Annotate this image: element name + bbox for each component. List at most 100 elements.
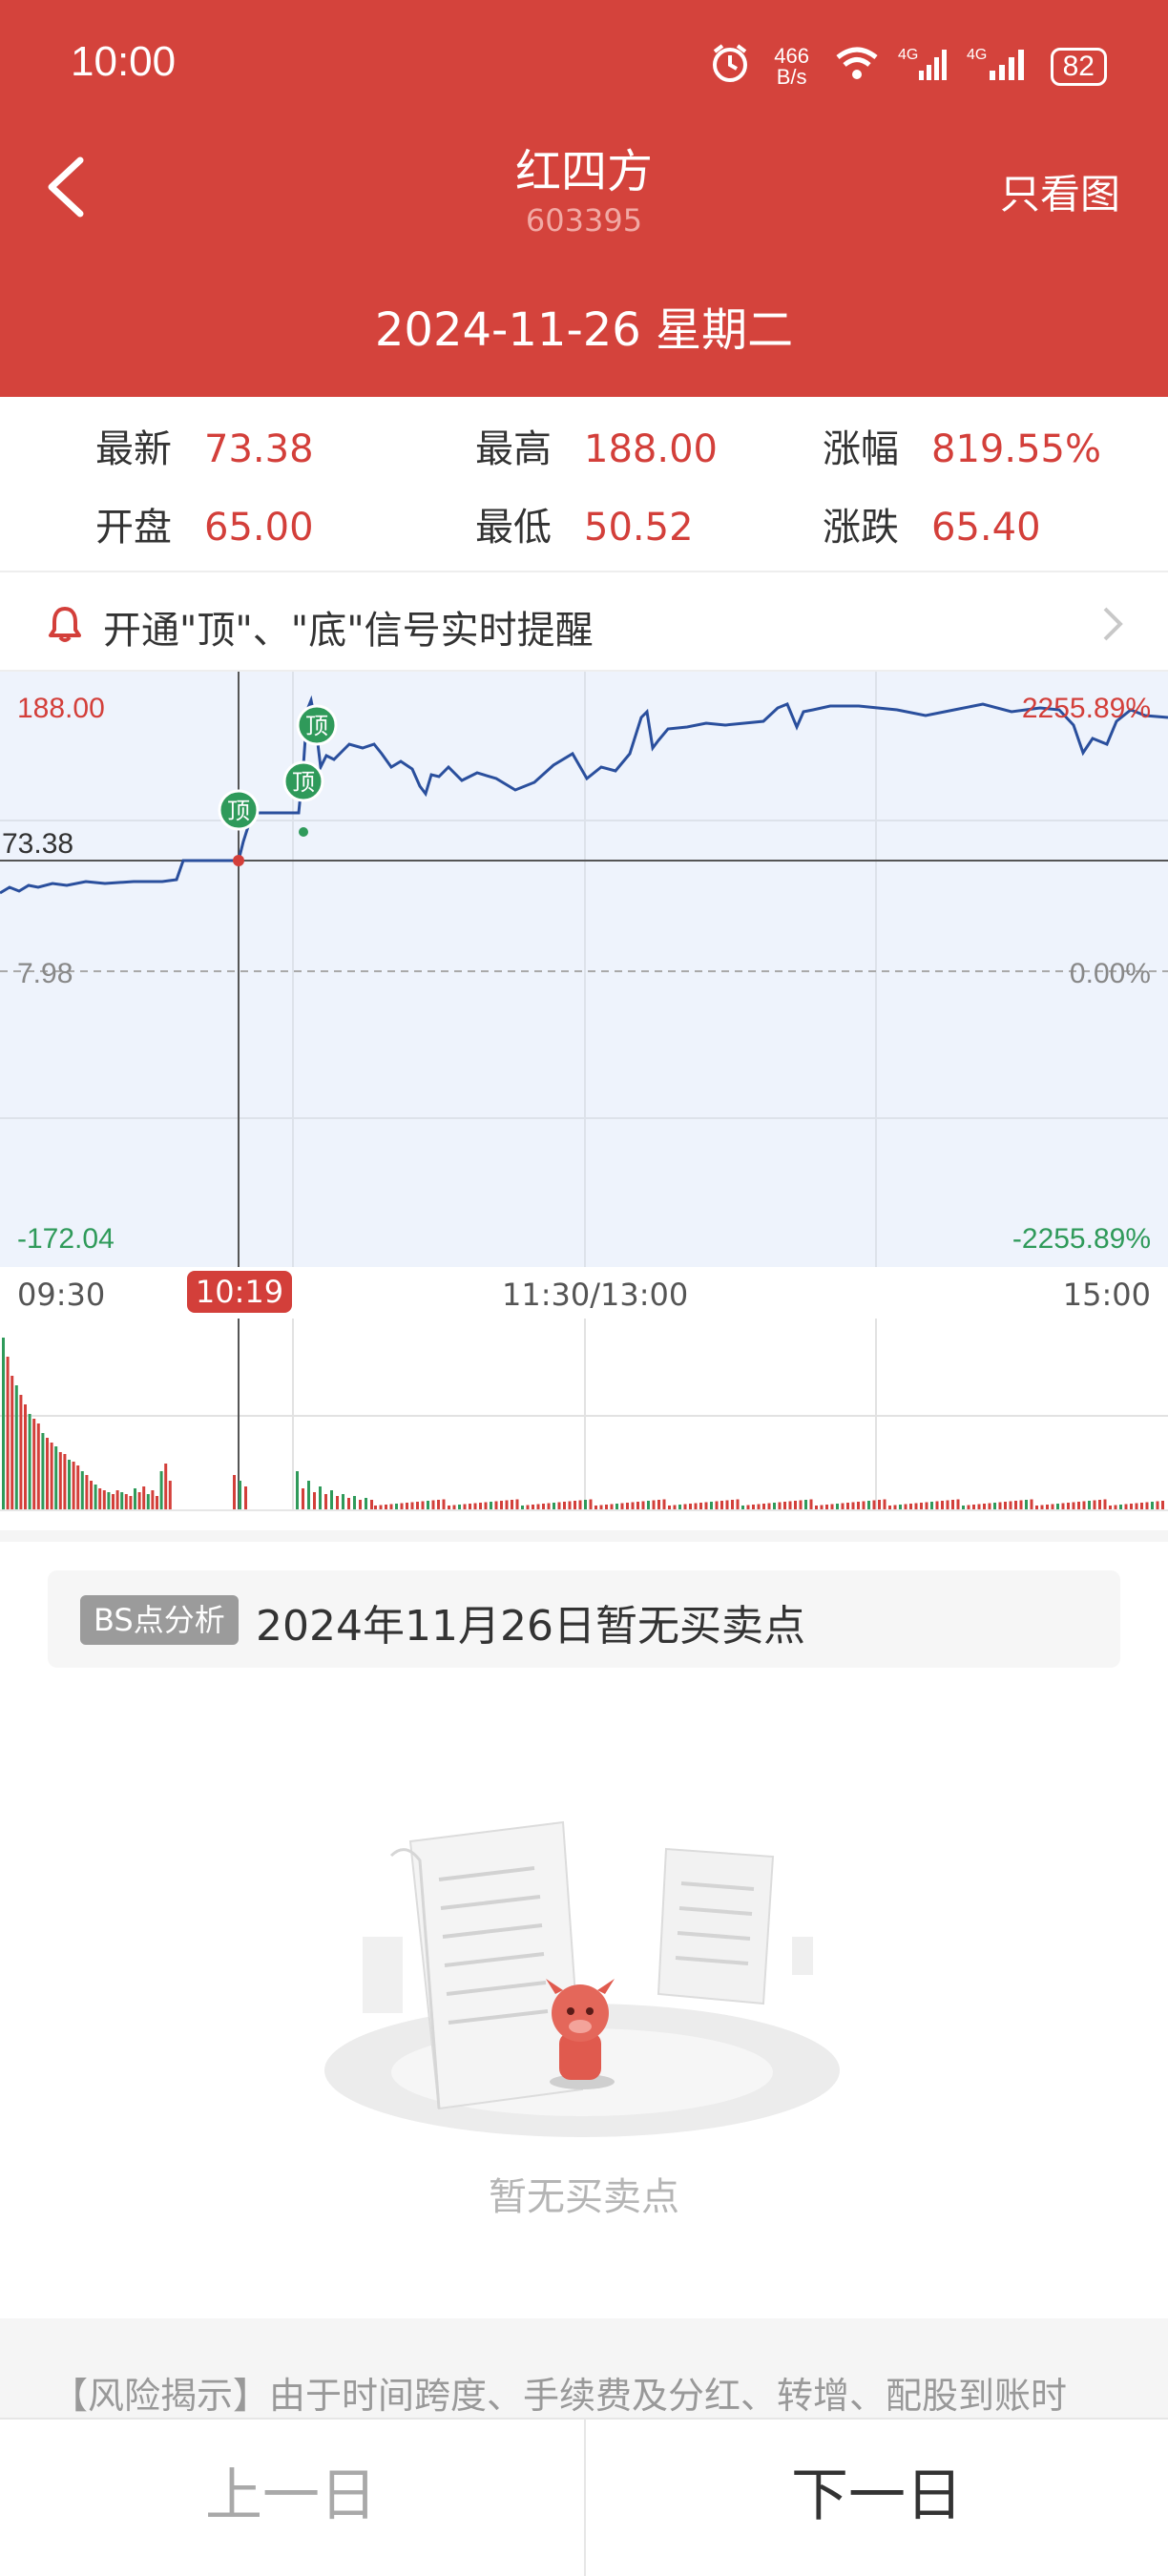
volume-bar bbox=[479, 1503, 482, 1509]
signal-4g-icon: 4G bbox=[967, 44, 1033, 89]
volume-bar bbox=[490, 1502, 492, 1509]
volume-bar bbox=[951, 1500, 954, 1509]
volume-bar bbox=[1151, 1502, 1154, 1509]
stat-value: 65.40 bbox=[931, 506, 1041, 550]
volume-bar bbox=[330, 1490, 333, 1509]
stock-code: 603395 bbox=[525, 202, 643, 239]
volume-bar bbox=[542, 1504, 545, 1509]
volume-bar bbox=[941, 1501, 944, 1509]
volume-bar bbox=[473, 1503, 477, 1509]
volume-bar bbox=[715, 1501, 719, 1509]
volume-bar bbox=[365, 1498, 367, 1509]
volume-bar bbox=[1009, 1501, 1012, 1509]
volume-bar bbox=[463, 1504, 467, 1509]
battery-indicator: 82 bbox=[1050, 47, 1107, 86]
next-day-button[interactable]: 下一日 bbox=[584, 2420, 1168, 2576]
volume-bar bbox=[1046, 1505, 1049, 1509]
current-price-marker bbox=[233, 855, 244, 866]
bs-summary: 2024年11月26日暂无买卖点 bbox=[256, 1602, 805, 1651]
volume-bar bbox=[1098, 1500, 1101, 1509]
stat-change: 涨跌 65.40 bbox=[823, 496, 1041, 551]
volume-bar bbox=[757, 1504, 761, 1509]
day-navigation: 上一日 下一日 bbox=[0, 2418, 1168, 2576]
top-signal-marker[interactable]: 顶 bbox=[218, 789, 260, 831]
volume-bar bbox=[615, 1504, 618, 1509]
top-signal-marker[interactable]: 顶 bbox=[282, 760, 324, 802]
prev-day-button[interactable]: 上一日 bbox=[0, 2420, 582, 2576]
volume-bar bbox=[904, 1504, 907, 1509]
volume-bar bbox=[233, 1475, 236, 1509]
signal-alert-row[interactable]: 开通"顶"、"底"信号实时提醒 bbox=[0, 572, 1168, 672]
net-speed: 466 B/s bbox=[774, 43, 809, 89]
volume-bar bbox=[815, 1506, 818, 1509]
volume-bar bbox=[862, 1501, 866, 1509]
top-signal-marker[interactable]: 顶 bbox=[296, 704, 338, 746]
intraday-chart[interactable]: 顶 顶 顶 188.00 73.38 7.98 -172.04 2255.89%… bbox=[0, 672, 1168, 1267]
volume-bar bbox=[846, 1503, 849, 1509]
volume-bar bbox=[469, 1504, 471, 1509]
price-stats: 最新 73.38 最高 188.00 涨幅 819.55% 开盘 65.00 最低 50.… bbox=[0, 397, 1168, 572]
volume-bar bbox=[605, 1505, 608, 1509]
volume-bar bbox=[494, 1501, 498, 1509]
volume-bar bbox=[977, 1504, 981, 1509]
volume-bar bbox=[374, 1506, 377, 1509]
volume-bar bbox=[1119, 1505, 1122, 1509]
volume-bar bbox=[427, 1501, 429, 1509]
volume-bar bbox=[914, 1503, 918, 1509]
only-chart-button[interactable]: 只看图 bbox=[1000, 162, 1120, 220]
volume-bar bbox=[888, 1506, 891, 1509]
volume-bar bbox=[909, 1504, 912, 1509]
volume-bar bbox=[302, 1488, 304, 1509]
volume-bar bbox=[836, 1504, 839, 1509]
volume-bar bbox=[851, 1502, 855, 1509]
volume-bar bbox=[94, 1485, 97, 1509]
volume-bar bbox=[1114, 1505, 1117, 1509]
signal-marker bbox=[299, 827, 308, 837]
volume-bar bbox=[500, 1501, 503, 1509]
stat-value: 65.00 bbox=[204, 506, 314, 550]
volume-bar bbox=[32, 1419, 36, 1509]
volume-bar bbox=[98, 1488, 102, 1509]
volume-bar bbox=[1040, 1505, 1044, 1509]
y-label-mid: 7.98 bbox=[17, 958, 73, 989]
volume-bar bbox=[406, 1503, 408, 1509]
volume-bar bbox=[115, 1490, 119, 1509]
volume-bar bbox=[342, 1494, 344, 1509]
volume-bar bbox=[710, 1502, 713, 1509]
volume-bar bbox=[1135, 1503, 1138, 1509]
volume-bar bbox=[652, 1500, 656, 1509]
volume-bar bbox=[1025, 1500, 1028, 1509]
volume-bar bbox=[946, 1500, 949, 1509]
volume-bar bbox=[962, 1506, 965, 1509]
volume-bar bbox=[578, 1500, 582, 1509]
volume-bar bbox=[1130, 1504, 1133, 1509]
volume-bar bbox=[24, 1404, 27, 1509]
volume-bar bbox=[359, 1500, 362, 1509]
volume-bar bbox=[68, 1460, 71, 1509]
risk-disclosure: 【风险揭示】由于时间跨度、手续费及分红、转增、配股到账时 bbox=[0, 2318, 1168, 2418]
volume-bar bbox=[1035, 1506, 1038, 1509]
volume-bar bbox=[307, 1481, 310, 1509]
volume-bar bbox=[599, 1505, 603, 1509]
cursor-time-badge: 10:19 bbox=[187, 1271, 292, 1313]
alert-text: 开通"顶"、"底"信号实时提醒 bbox=[103, 609, 594, 653]
volume-bar bbox=[699, 1503, 702, 1509]
volume-bar bbox=[804, 1500, 807, 1509]
svg-text:4G: 4G bbox=[898, 47, 918, 63]
volume-bar bbox=[636, 1502, 639, 1509]
volume-bar bbox=[594, 1506, 597, 1509]
volume-bar bbox=[1061, 1503, 1065, 1509]
volume-bar bbox=[935, 1501, 939, 1509]
volume-bar bbox=[998, 1502, 1002, 1509]
volume-bar bbox=[319, 1486, 322, 1509]
volume-bar bbox=[983, 1504, 986, 1509]
volume-bar bbox=[134, 1488, 136, 1509]
volume-bar bbox=[146, 1494, 150, 1509]
stat-label: 涨跌 bbox=[823, 506, 899, 550]
volume-bar bbox=[799, 1500, 803, 1509]
volume-bar bbox=[673, 1505, 677, 1509]
volume-bar bbox=[54, 1446, 58, 1509]
bell-icon bbox=[46, 605, 84, 647]
bs-tag: BS点分析 bbox=[80, 1595, 239, 1645]
volume-bar bbox=[878, 1500, 881, 1509]
